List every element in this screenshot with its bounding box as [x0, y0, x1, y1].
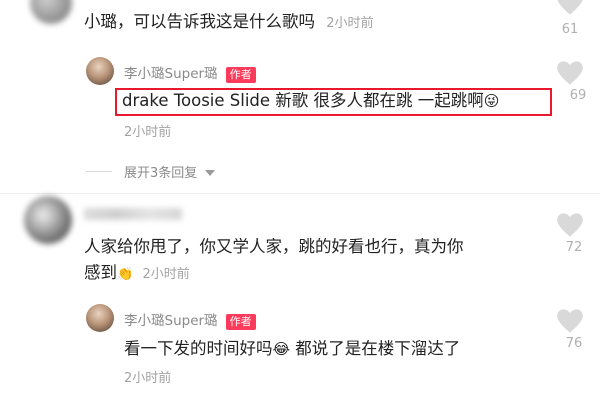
heart-icon — [557, 0, 583, 15]
like-count: 61 — [561, 22, 579, 37]
expand-replies-label: 展开3条回复 — [124, 166, 198, 181]
emoji-wink: 😜 — [483, 92, 500, 110]
expand-replies-button[interactable]: 展开3条回复 — [124, 162, 216, 181]
like-button[interactable]: 61 — [550, 0, 590, 40]
like-count: 76 — [565, 336, 583, 351]
emoji-tears-of-joy: 😂 — [272, 340, 291, 358]
comment-time: 2小时前 — [142, 267, 190, 282]
expand-divider — [86, 171, 112, 172]
reply-text: drake Toosie Slide 新歌 很多人都在跳 一起跳啊😜 — [122, 91, 500, 110]
comment-text: 小璐，可以告诉我这是什么歌吗 2小时前 — [84, 12, 374, 31]
comment-text: 人家给你甩了，你又学人家，跳的好看也行，真为你 感到👏 2小时前 — [84, 237, 464, 282]
heart-icon — [557, 213, 583, 237]
author-name[interactable]: 李小璐Super璐 — [124, 313, 218, 329]
reply-time: 2小时前 — [124, 371, 172, 386]
reply-time: 2小时前 — [124, 125, 172, 140]
avatar[interactable] — [24, 196, 72, 244]
like-count: 72 — [565, 240, 583, 255]
reply-text: 看一下发的时间好吗😂 都说了是在楼下溜达了 — [124, 339, 461, 358]
avatar[interactable] — [30, 0, 72, 24]
author-name[interactable]: 李小璐Super璐 — [124, 66, 218, 82]
like-button[interactable]: 72 — [550, 212, 590, 262]
comment-time: 2小时前 — [326, 16, 374, 31]
author-badge: 作者 — [225, 67, 256, 83]
heart-icon — [557, 309, 583, 333]
author-avatar[interactable] — [86, 57, 114, 85]
author-badge: 作者 — [225, 314, 256, 330]
username[interactable] — [84, 208, 182, 220]
reply-header: 李小璐Super璐 作者 — [124, 309, 256, 330]
author-avatar[interactable] — [86, 304, 114, 332]
chevron-down-icon — [205, 169, 216, 176]
like-count: 69 — [569, 88, 587, 103]
like-button[interactable]: 69 — [550, 60, 590, 110]
comment-divider — [0, 193, 600, 194]
reply-header: 李小璐Super璐 作者 — [124, 62, 256, 83]
like-button[interactable]: 76 — [550, 308, 590, 358]
heart-icon — [557, 61, 583, 85]
emoji-clap: 👏 — [117, 267, 134, 282]
